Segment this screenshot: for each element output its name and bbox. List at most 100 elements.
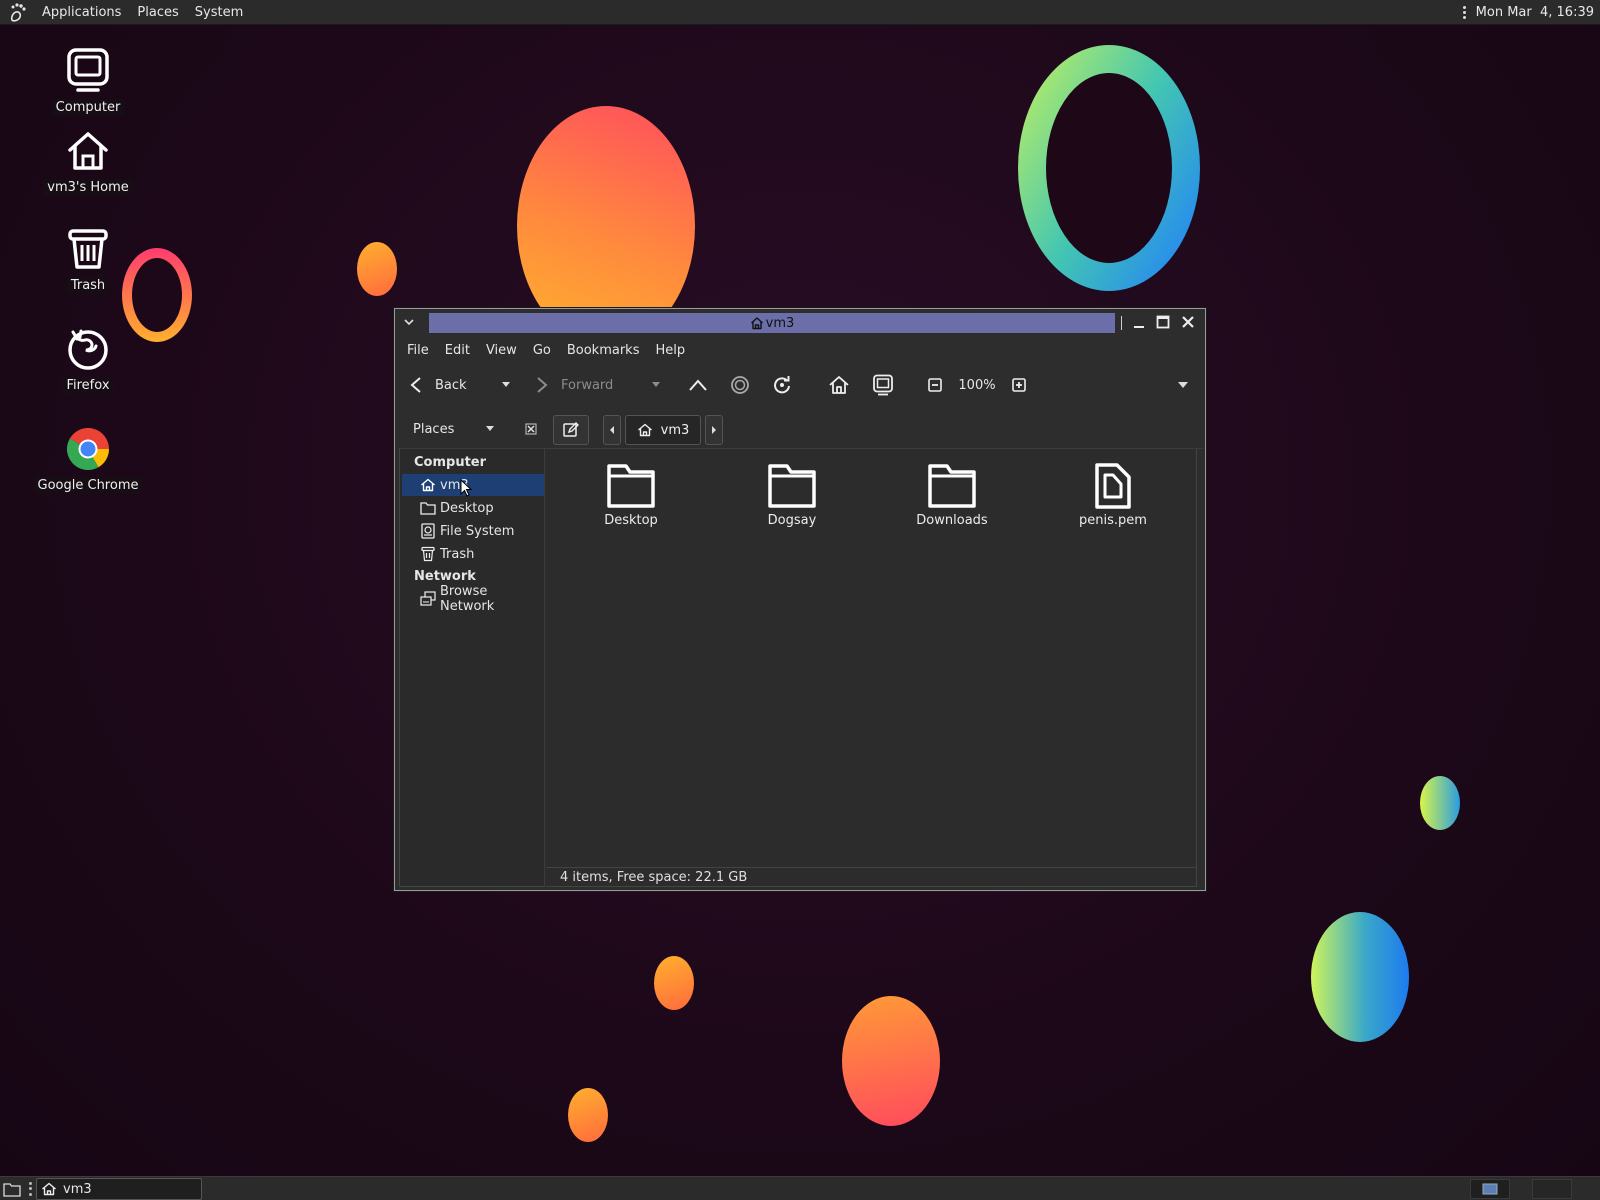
system-menu[interactable]: System (187, 0, 251, 25)
network-icon (420, 591, 436, 607)
file-item-desktop[interactable]: Desktop (571, 461, 691, 528)
file-item-dogsay[interactable]: Dogsay (732, 461, 852, 528)
file-name: Dogsay (767, 513, 817, 528)
chevron-down-icon (485, 425, 495, 433)
places-selector-label: Places (413, 421, 455, 437)
gnome-foot-icon[interactable] (6, 0, 30, 24)
menu-file[interactable]: File (399, 343, 437, 358)
desktop-icon-computer[interactable]: Computer (33, 46, 143, 116)
home-icon (63, 126, 113, 176)
forward-button[interactable]: Forward (535, 370, 631, 400)
computer-button[interactable] (869, 370, 897, 400)
sidebar-item-desktop[interactable]: Desktop (402, 497, 544, 519)
maximize-button[interactable] (1153, 312, 1173, 332)
menu-go[interactable]: Go (525, 343, 559, 358)
folder-icon (767, 461, 817, 511)
file-view[interactable]: Desktop Dogsay Downloads penis.pem (546, 449, 1197, 867)
zoom-level-text: 100% (958, 377, 996, 393)
desktop-icon-label: Firefox (62, 377, 114, 394)
file-name: Downloads (916, 513, 988, 528)
up-button[interactable] (685, 370, 711, 400)
sidebar-heading-network: Network (414, 569, 476, 584)
toolbar-overflow-dropdown[interactable] (1173, 370, 1193, 400)
workspace-1[interactable] (1470, 1179, 1510, 1199)
folder-icon (606, 461, 656, 511)
workspace-2[interactable] (1532, 1179, 1572, 1199)
back-history-dropdown[interactable] (497, 370, 515, 400)
home-button[interactable] (825, 370, 853, 400)
file-item-penis-pem[interactable]: penis.pem (1053, 461, 1173, 528)
wallpaper-blob (357, 242, 397, 296)
home-icon (750, 316, 764, 330)
window-menu-chevron-icon[interactable] (395, 309, 423, 335)
titlebar-separator (1121, 316, 1122, 330)
crumb-scroll-right[interactable] (705, 415, 723, 445)
file-item-downloads[interactable]: Downloads (892, 461, 1012, 528)
wallpaper-blob (842, 996, 940, 1126)
desktop-icon-home[interactable]: vm3's Home (33, 126, 143, 196)
sidebar-item-label: Browse Network (440, 584, 495, 614)
zoom-out-button[interactable] (923, 370, 947, 400)
show-desktop-icon[interactable] (2, 1180, 22, 1198)
desktop-icon-label: Google Chrome (33, 477, 143, 494)
wallpaper-blob (1420, 776, 1460, 830)
clock[interactable]: Mon Mar 4, 16:39 (1476, 5, 1594, 20)
sidebar-heading-computer: Computer (414, 455, 487, 470)
sidebar-item-browse-network[interactable]: Browse Network (402, 584, 544, 614)
sidebar-item-vm3[interactable]: vm3 (402, 474, 544, 496)
trash-icon (63, 224, 113, 274)
sidebar-item-trash[interactable]: Trash (402, 543, 544, 565)
window-title: vm3 (429, 313, 1115, 333)
desktop-icon-label: Computer (51, 99, 125, 116)
zoom-level[interactable]: 100% (955, 370, 999, 400)
menu-edit[interactable]: Edit (437, 343, 478, 358)
toolbar: Back Forward 100% (399, 365, 1203, 405)
bottom-panel: vm3 (0, 1176, 1600, 1200)
stop-button[interactable] (727, 370, 753, 400)
desktop-icon-trash[interactable]: Trash (33, 224, 143, 294)
menu-bookmarks[interactable]: Bookmarks (559, 343, 648, 358)
menu-help[interactable]: Help (647, 343, 693, 358)
folder-icon (420, 500, 436, 516)
menubar: File Edit View Go Bookmarks Help (399, 339, 693, 361)
close-button[interactable] (1178, 312, 1198, 332)
file-icon (1088, 461, 1138, 511)
firefox-icon (63, 324, 113, 374)
folder-icon (927, 461, 977, 511)
computer-icon (63, 46, 113, 96)
home-icon (41, 1182, 57, 1196)
taskbar-item-label: vm3 (63, 1181, 92, 1197)
edit-location-button[interactable] (553, 415, 589, 445)
window-titlebar[interactable]: vm3 (395, 309, 1205, 335)
desktop-icon-label: Trash (66, 277, 110, 294)
desktop-icon-firefox[interactable]: Firefox (33, 324, 143, 394)
forward-history-dropdown[interactable] (647, 370, 665, 400)
back-label: Back (435, 377, 467, 393)
chrome-icon (63, 424, 113, 474)
wallpaper-blob (654, 956, 694, 1010)
wallpaper-ring (1018, 45, 1200, 291)
wallpaper-blob (568, 1088, 608, 1142)
close-sidebar-icon[interactable] (521, 419, 541, 439)
back-button[interactable]: Back (409, 370, 489, 400)
forward-label: Forward (561, 377, 614, 393)
panel-handle-icon[interactable] (27, 1181, 33, 1197)
places-menu[interactable]: Places (129, 0, 186, 25)
places-selector[interactable]: Places (405, 417, 495, 441)
crumb-scroll-left[interactable] (603, 415, 621, 445)
home-icon (420, 477, 436, 493)
file-manager-window: vm3 File Edit View Go Bookmarks Help Bac… (394, 308, 1206, 891)
desktop-icon-chrome[interactable]: Google Chrome (33, 424, 143, 494)
crumb-vm3[interactable]: vm3 (625, 415, 701, 445)
file-name: penis.pem (1079, 513, 1147, 528)
zoom-in-button[interactable] (1007, 370, 1031, 400)
status-text: 4 items, Free space: 22.1 GB (560, 869, 748, 885)
location-bar: Places vm3 (399, 409, 1203, 449)
minimize-button[interactable] (1129, 312, 1149, 332)
sidebar-item-file-system[interactable]: File System (402, 520, 544, 542)
menu-view[interactable]: View (478, 343, 525, 358)
applications-menu[interactable]: Applications (34, 0, 129, 25)
reload-button[interactable] (769, 370, 795, 400)
tray-handle-icon[interactable] (1460, 3, 1470, 21)
taskbar-item-vm3[interactable]: vm3 (36, 1178, 202, 1200)
